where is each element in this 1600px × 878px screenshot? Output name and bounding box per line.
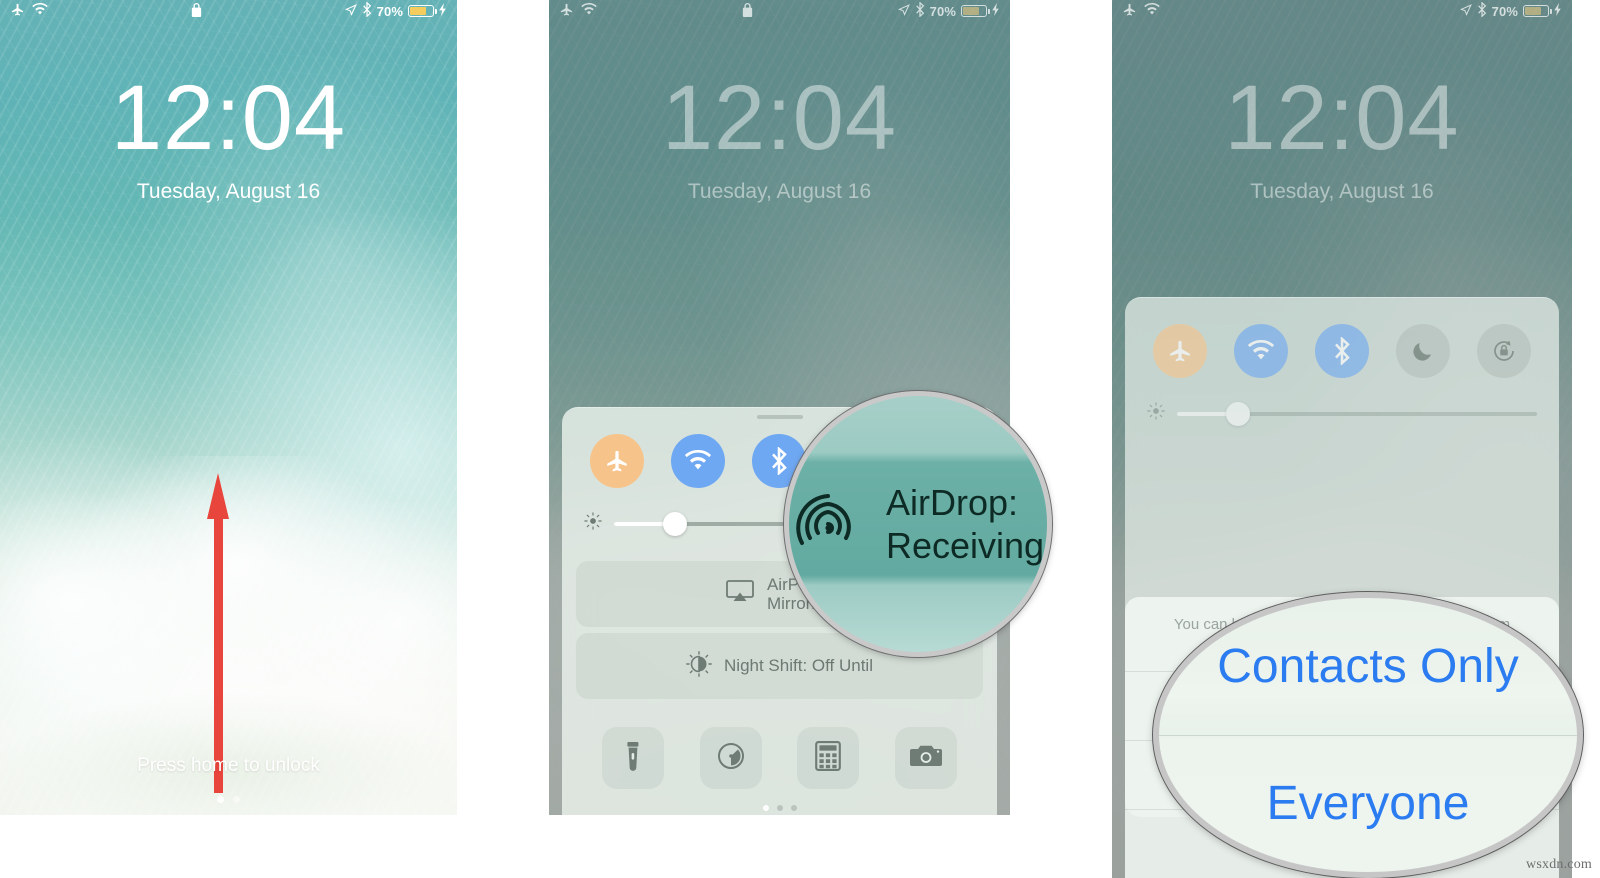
camera-icon [910,743,943,774]
lock-clock-block: 12:04 Tuesday, August 16 [549,72,1010,204]
clock-date: Tuesday, August 16 [687,180,872,203]
home-page-dots [0,796,457,803]
wifi-icon [581,2,597,19]
wifi-icon [1144,2,1160,19]
brightness-slider-knob[interactable] [663,511,688,536]
airdrop-icon [792,486,864,563]
status-bar: 70% [549,0,1010,22]
airplane-mode-icon [1122,2,1137,20]
airplane-icon [1167,338,1193,364]
charging-bolt-icon [992,3,1000,19]
unlock-hint: Press home to unlock [137,755,320,776]
rotation-lock-icon [1491,338,1517,364]
wifi-icon [684,450,712,472]
lock-clock-block: 12:04 Tuesday, August 16 [0,72,457,204]
toggle-wifi[interactable] [1233,324,1288,378]
charging-bolt-icon [1554,3,1562,19]
clock-date: Tuesday, August 16 [1250,180,1434,203]
battery-percent: 70% [929,3,956,19]
toggle-airplane-mode[interactable] [589,434,644,488]
clock-date: Tuesday, August 16 [136,180,321,203]
control-center-page-dots [562,805,997,811]
status-bar: 70% [1112,0,1572,22]
airdrop-line1: AirDrop: [885,481,1018,523]
bluetooth-icon [915,1,925,20]
bluetooth-icon [1477,1,1487,20]
flashlight-icon [620,741,646,776]
battery-icon [961,5,990,17]
toggle-airplane-mode[interactable] [1152,324,1207,378]
brightness-icon [1147,402,1165,425]
moon-icon [1411,339,1435,363]
clock-time: 12:04 [661,67,898,169]
status-bar: 70% [0,0,457,22]
brightness-slider-knob[interactable] [1226,401,1251,426]
clock-time: 12:04 [1224,67,1460,169]
airplane-icon [604,448,630,474]
toggle-bluetooth[interactable] [1314,324,1369,378]
brightness-slider[interactable] [1177,401,1537,426]
location-arrow-icon [897,3,910,19]
lock-clock-block: 12:04 Tuesday, August 16 [1112,72,1572,204]
magnifier-airdrop-status: AirDrop: Receiving [783,390,1053,658]
shortcut-flashlight[interactable] [601,727,664,789]
wifi-icon [32,2,48,19]
bluetooth-icon [362,1,372,20]
lock-icon [191,2,202,20]
brightness-row [1125,378,1559,445]
calculator-icon [814,740,842,776]
toggle-do-not-disturb[interactable] [1396,324,1451,378]
toggle-row [1125,324,1559,378]
airplane-mode-icon [559,2,574,20]
shortcut-timer[interactable] [699,727,762,789]
shortcut-row [562,705,997,815]
night-shift-label: Night Shift: Off Until [724,656,873,676]
charging-bolt-icon [439,3,447,19]
swipe-up-arrow [207,473,229,793]
battery-icon [1523,5,1552,17]
shortcut-camera[interactable] [895,727,958,789]
magnifier-airdrop-options: Contacts Only Everyone [1152,591,1584,878]
drag-handle[interactable] [756,415,803,419]
wifi-icon [1247,340,1275,362]
magnifier-airdrop-label: AirDrop: Receiving [886,481,1044,567]
lock-icon [742,2,753,20]
airplane-mode-icon [10,2,25,20]
screenshot-stage: 70% 12:04 Tuesday, August 16 Press home … [0,0,1600,878]
site-watermark: wsxdn.com [1526,857,1592,872]
bluetooth-icon [770,447,788,475]
airplay-icon [725,579,755,609]
battery-icon [408,5,437,17]
bluetooth-icon [1333,337,1351,365]
location-arrow-icon [1459,3,1472,19]
phone-panel-lock-screen: 70% 12:04 Tuesday, August 16 Press home … [0,0,457,815]
toggle-rotation-lock[interactable] [1477,324,1532,378]
shortcut-calculator[interactable] [797,727,860,789]
battery-percent: 70% [1491,3,1518,19]
location-arrow-icon [344,3,357,19]
timer-icon [716,741,746,776]
toggle-wifi[interactable] [671,434,726,488]
night-shift-icon [686,651,712,681]
battery-percent: 70% [376,3,403,19]
brightness-icon [584,512,602,535]
airdrop-line2: Receiving [885,525,1045,566]
clock-time: 12:04 [110,67,347,169]
